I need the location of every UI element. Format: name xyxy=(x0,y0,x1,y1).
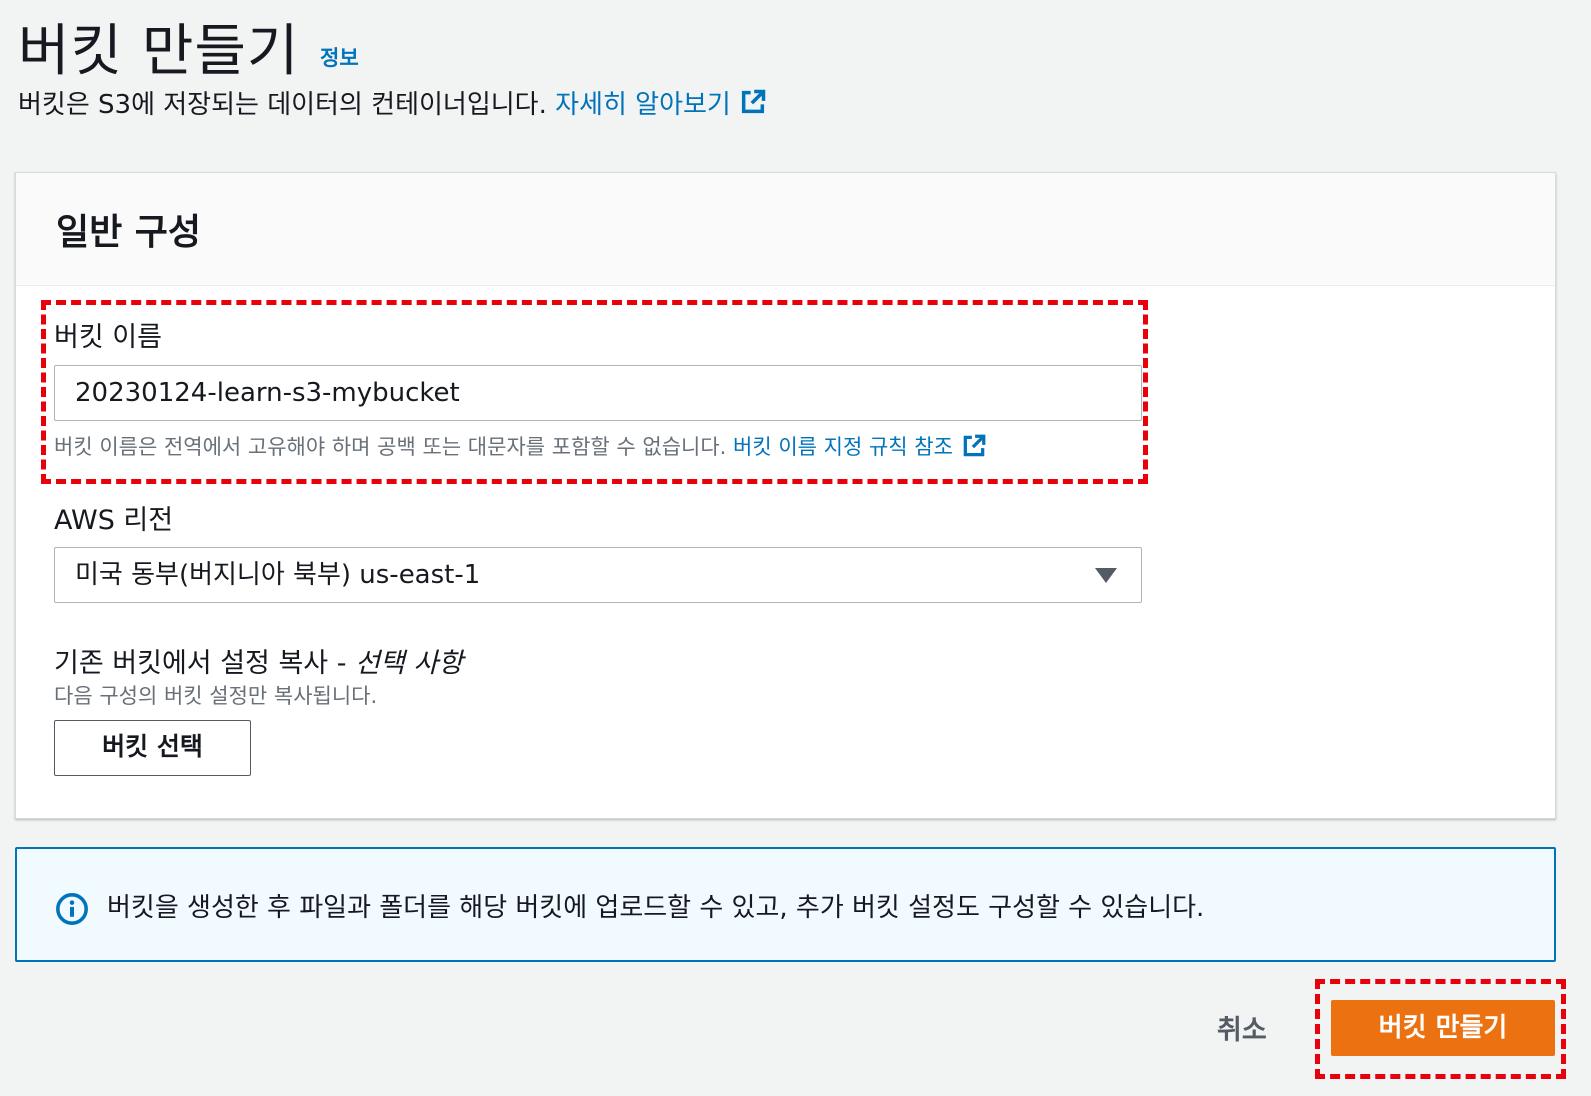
info-alert-text: 버킷을 생성한 후 파일과 폴더를 해당 버킷에 업로드할 수 있고, 추가 버… xyxy=(107,893,1205,923)
external-link-icon xyxy=(739,88,767,123)
copy-settings-label: 기존 버킷에서 설정 복사 - 선택 사항 xyxy=(54,641,463,680)
learn-more-label: 자세히 알아보기 xyxy=(555,90,731,120)
general-config-panel: 일반 구성 버킷 이름 20230124-learn-s3-mybucket 버… xyxy=(15,172,1556,819)
info-link[interactable]: 정보 xyxy=(320,42,359,72)
bucket-name-description: 버킷 이름은 전역에서 고유해야 하며 공백 또는 대문자를 포함할 수 없습니… xyxy=(54,431,987,464)
info-alert: 버킷을 생성한 후 파일과 폴더를 해당 버킷에 업로드할 수 있고, 추가 버… xyxy=(15,847,1556,962)
bucket-name-label: 버킷 이름 xyxy=(54,322,162,353)
naming-rules-link[interactable]: 버킷 이름 지정 규칙 참조 xyxy=(733,434,987,459)
panel-title: 일반 구성 xyxy=(56,212,202,253)
region-label: AWS 리전 xyxy=(54,505,174,536)
learn-more-link[interactable]: 자세히 알아보기 xyxy=(555,88,767,123)
subtitle-text: 버킷은 S3에 저장되는 데이터의 컨테이너입니다. xyxy=(18,90,547,120)
choose-bucket-button[interactable]: 버킷 선택 xyxy=(54,720,251,776)
caret-down-icon xyxy=(1095,568,1117,583)
naming-rules-label: 버킷 이름 지정 규칙 참조 xyxy=(733,435,953,459)
page-title: 버킷 만들기 xyxy=(18,19,300,84)
copy-settings-description: 다음 구성의 버킷 설정만 복사됩니다. xyxy=(54,684,378,708)
optional-tag: 선택 사항 xyxy=(355,648,464,679)
external-link-icon xyxy=(961,433,987,464)
region-select[interactable]: 미국 동부(버지니아 북부) us-east-1 xyxy=(54,547,1142,603)
bucket-name-input[interactable]: 20230124-learn-s3-mybucket xyxy=(54,365,1142,421)
copy-settings-label-text: 기존 버킷에서 설정 복사 - xyxy=(54,648,347,679)
cancel-button[interactable]: 취소 xyxy=(1217,1008,1267,1047)
info-icon xyxy=(55,892,89,930)
create-bucket-button[interactable]: 버킷 만들기 xyxy=(1331,1000,1555,1056)
bucket-name-hint: 버킷 이름은 전역에서 고유해야 하며 공백 또는 대문자를 포함할 수 없습니… xyxy=(54,435,727,459)
page-subtitle: 버킷은 S3에 저장되는 데이터의 컨테이너입니다. 자세히 알아보기 xyxy=(18,84,767,123)
region-selected-value: 미국 동부(버지니아 북부) us-east-1 xyxy=(75,560,481,590)
panel-header: 일반 구성 xyxy=(16,173,1555,286)
